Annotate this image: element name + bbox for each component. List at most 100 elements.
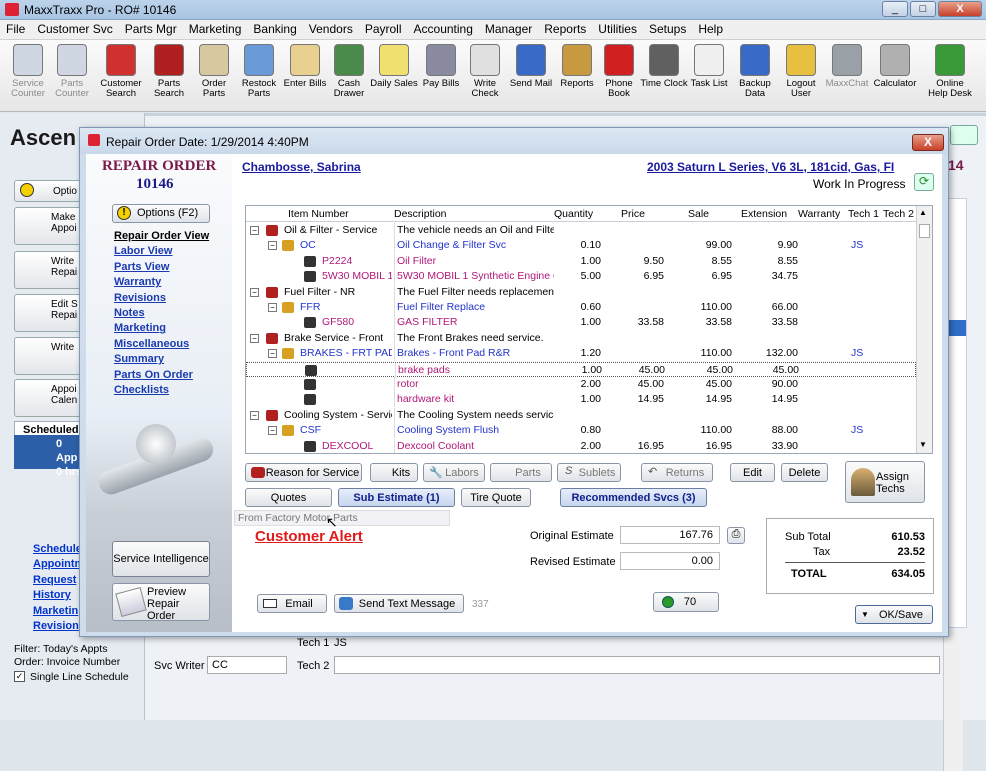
table-row[interactable]: − Fuel Filter - NR The Fuel Filter needs r… bbox=[246, 284, 916, 300]
bg-write-repair-button[interactable]: Write Repai bbox=[14, 251, 84, 289]
nav-revisions[interactable]: Revisions bbox=[114, 292, 166, 304]
nav-notes[interactable]: Notes bbox=[114, 307, 145, 319]
menu-vendors[interactable]: Vendors bbox=[303, 20, 359, 36]
menu-file[interactable]: File bbox=[0, 20, 31, 36]
edit-button[interactable]: Edit bbox=[730, 463, 775, 482]
bg-link-2[interactable]: Request bbox=[33, 574, 76, 586]
table-row[interactable]: brake pads 1.00 45.00 45.00 45.00 bbox=[246, 361, 916, 378]
table-row[interactable]: − FFR Fuel Filter Replace 0.60 110.00 66.00 bbox=[246, 300, 916, 315]
bg-link-3[interactable]: History bbox=[33, 589, 71, 601]
customer-link[interactable]: Chambosse, Sabrina bbox=[242, 160, 361, 174]
vehicle-link[interactable]: 2003 Saturn L Series, V6 3L, 181cid, Gas… bbox=[647, 160, 894, 174]
toolbar-maxxchat-button[interactable]: MaxxChat bbox=[823, 44, 871, 89]
column-header-extension[interactable]: Extension bbox=[741, 208, 787, 220]
service-intelligence-button[interactable]: Service Intelligence bbox=[112, 541, 210, 577]
table-row[interactable]: − Cooling System - Servic The Cooling Syst… bbox=[246, 407, 916, 423]
table-row[interactable]: hardware kit 1.00 14.95 14.95 14.95 bbox=[246, 392, 916, 408]
toolbar-parts-search-button[interactable]: Parts Search bbox=[145, 44, 193, 99]
table-row[interactable]: − Brake Service - Front The Front Brakes n… bbox=[246, 330, 916, 346]
toolbar-reports-button[interactable]: Reports bbox=[553, 44, 601, 89]
toolbar-phone-book-button[interactable]: Phone Book bbox=[595, 44, 643, 99]
column-header-warranty[interactable]: Warranty bbox=[798, 208, 840, 220]
minimize-button[interactable]: _ bbox=[882, 1, 908, 17]
table-row[interactable]: 5W30 MOBIL 1 5W30 MOBIL 1 Synthetic Engin… bbox=[246, 269, 916, 285]
toolbar-restock-parts-button[interactable]: Restock Parts bbox=[235, 44, 283, 99]
collapse-icon[interactable]: − bbox=[250, 410, 259, 420]
menu-utilities[interactable]: Utilities bbox=[592, 20, 643, 36]
collapse-icon[interactable]: − bbox=[268, 303, 277, 312]
toolbar-daily-sales-button[interactable]: Daily Sales bbox=[370, 44, 418, 89]
bg-link-1[interactable]: Appointm bbox=[33, 558, 84, 570]
refresh-icon[interactable]: ⟳ bbox=[914, 173, 934, 191]
recommended-services-button[interactable]: Recommended Svcs (3) bbox=[560, 488, 707, 507]
menu-marketing[interactable]: Marketing bbox=[183, 20, 248, 36]
single-line-checkbox[interactable]: ✓ bbox=[14, 671, 25, 682]
toolbar-calculator-button[interactable]: Calculator bbox=[871, 44, 919, 89]
table-row[interactable]: DEXCOOL Dexcool Coolant 2.00 16.95 16.95 33.9… bbox=[246, 438, 916, 453]
menu-accounting[interactable]: Accounting bbox=[408, 20, 479, 36]
table-row[interactable]: − BRAKES - FRT PAD Brakes - Front Pad R&R 1… bbox=[246, 346, 916, 362]
table-row[interactable]: GF580 GAS FILTER 1.00 33.58 33.58 33.58 bbox=[246, 315, 916, 331]
nav-miscellaneous[interactable]: Miscellaneous bbox=[114, 338, 189, 350]
nav-warranty[interactable]: Warranty bbox=[114, 276, 161, 288]
dialog-close-button[interactable]: X bbox=[912, 134, 944, 151]
toolbar-parts-counter-button[interactable]: Parts Counter bbox=[48, 44, 96, 99]
nav-checklists[interactable]: Checklists bbox=[114, 384, 169, 396]
column-header-item-number[interactable]: Item Number bbox=[288, 208, 349, 220]
kits-button[interactable]: Kits bbox=[370, 463, 418, 482]
menu-payroll[interactable]: Payroll bbox=[359, 20, 408, 36]
menu-help[interactable]: Help bbox=[692, 20, 729, 36]
bg-make-appointment-button[interactable]: Make Appoi bbox=[14, 207, 84, 245]
table-row[interactable]: − Oil & Filter - Service The vehicle needs… bbox=[246, 223, 916, 238]
menu-setups[interactable]: Setups bbox=[643, 20, 692, 36]
collapse-icon[interactable]: − bbox=[250, 287, 259, 297]
bg-link-0[interactable]: Schedule bbox=[33, 543, 82, 555]
parts-button[interactable]: Parts bbox=[490, 463, 552, 482]
tire-quote-button[interactable]: Tire Quote bbox=[461, 488, 531, 507]
nav-parts-view[interactable]: Parts View bbox=[114, 261, 169, 273]
toolbar-enter-bills-button[interactable]: Enter Bills bbox=[281, 44, 329, 89]
menu-banking[interactable]: Banking bbox=[247, 20, 302, 36]
bg-link-4[interactable]: Marketin bbox=[33, 605, 78, 617]
column-header-description[interactable]: Description bbox=[394, 208, 447, 220]
quotes-button[interactable]: Quotes bbox=[245, 488, 332, 507]
nav-marketing[interactable]: Marketing bbox=[114, 322, 166, 334]
nav-repair-order-view[interactable]: Repair Order View bbox=[114, 230, 209, 242]
table-row[interactable]: P2224 Oil Filter 1.00 9.50 8.55 8.55 bbox=[246, 253, 916, 269]
bg-appointment-calendar-button[interactable]: Appoi Calen bbox=[14, 379, 84, 417]
toolbar-order-parts-button[interactable]: Order Parts bbox=[190, 44, 238, 99]
bg-edit-repair-button[interactable]: Edit S Repai bbox=[14, 294, 84, 332]
toolbar-write-check-button[interactable]: Write Check bbox=[461, 44, 509, 99]
toolbar-pay-bills-button[interactable]: Pay Bills bbox=[417, 44, 465, 89]
print-icon[interactable]: ⎙ bbox=[727, 527, 745, 544]
column-header-tech-2[interactable]: Tech 2 bbox=[883, 208, 914, 220]
delete-button[interactable]: Delete bbox=[781, 463, 828, 482]
toolbar-cash-drawer-button[interactable]: Cash Drawer bbox=[325, 44, 373, 99]
nav-summary[interactable]: Summary bbox=[114, 353, 164, 365]
collapse-icon[interactable]: − bbox=[268, 241, 277, 251]
bg-link-5[interactable]: Revision bbox=[33, 620, 79, 632]
toolbar-time-clock-button[interactable]: Time Clock bbox=[640, 44, 688, 89]
bg-svc-writer-field[interactable]: CC bbox=[207, 656, 287, 674]
toolbar-customer-search-button[interactable]: Customer Search bbox=[97, 44, 145, 99]
table-row[interactable]: − CSF Cooling System Flush 0.80 110.00 88.00 J… bbox=[246, 423, 916, 439]
scroll-thumb[interactable] bbox=[919, 224, 930, 238]
toolbar-backup-data-button[interactable]: Backup Data bbox=[731, 44, 779, 99]
bg-write-button[interactable]: Write bbox=[14, 337, 84, 375]
menu-reports[interactable]: Reports bbox=[538, 20, 592, 36]
close-button[interactable]: X bbox=[938, 1, 982, 17]
menu-manager[interactable]: Manager bbox=[479, 20, 538, 36]
collapse-icon[interactable]: − bbox=[268, 349, 277, 359]
scroll-up-icon[interactable]: ▲ bbox=[919, 208, 927, 217]
menu-parts-mgr[interactable]: Parts Mgr bbox=[119, 20, 183, 36]
collapse-icon[interactable]: − bbox=[268, 426, 277, 436]
toolbar-service-counter-button[interactable]: Service Counter bbox=[4, 44, 52, 99]
sub-estimate-button[interactable]: Sub Estimate (1) bbox=[338, 488, 455, 507]
bg-tech2-field[interactable] bbox=[334, 656, 940, 674]
maximize-button[interactable]: □ bbox=[910, 1, 936, 17]
column-header-price[interactable]: Price bbox=[621, 208, 645, 220]
column-header-tech-1[interactable]: Tech 1 bbox=[848, 208, 879, 220]
column-header-sale[interactable]: Sale bbox=[688, 208, 709, 220]
table-row[interactable]: − OC Oil Change & Filter Svc 0.10 99.00 9.90 J… bbox=[246, 238, 916, 254]
send-text-message-button[interactable]: Send Text Message bbox=[334, 594, 464, 613]
